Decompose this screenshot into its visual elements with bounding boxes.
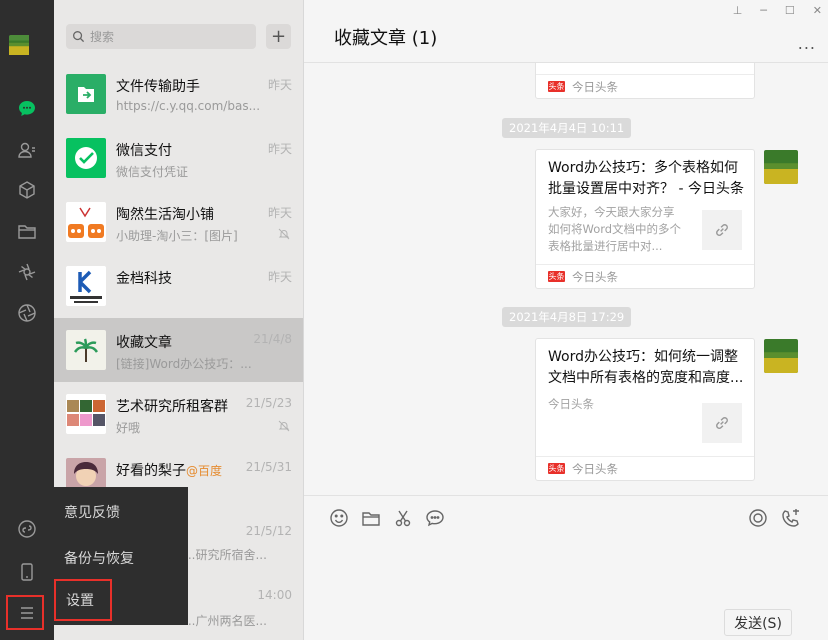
conversation-pane: ⊥ ─ ☐ ✕ 收藏文章 (1) ... 头条 今日头条 2021年4月4日 1…: [304, 0, 828, 640]
chat-preview: ...广州两名医...: [184, 614, 267, 628]
toutiao-badge-icon: 头条: [548, 81, 565, 92]
moments-icon[interactable]: [0, 257, 54, 287]
mute-bell-icon: [278, 228, 290, 240]
card-footer: 头条 今日头条: [536, 456, 754, 480]
search-input[interactable]: [90, 29, 240, 44]
chat-time: 21/4/8: [253, 332, 292, 346]
article-description: 大家好，今天跟大家分享如何将Word文档中的多个表格批量进行居中对...: [548, 205, 682, 253]
pin-button[interactable]: ⊥: [733, 4, 743, 17]
window-controls: ⊥ ─ ☐ ✕: [733, 4, 822, 17]
chat-item-saved-articles[interactable]: 收藏文章 [链接]Word办公技巧：... 21/4/8: [54, 318, 303, 382]
folder-icon[interactable]: [0, 216, 54, 246]
emoji-icon[interactable]: [328, 507, 350, 529]
chat-time: 昨天: [267, 142, 292, 156]
chat-time: 21/5/12: [245, 524, 292, 538]
mini-program-link-icon[interactable]: [0, 514, 54, 544]
chat-history-icon[interactable]: [424, 507, 446, 529]
chat-name: 微信支付: [116, 143, 172, 159]
toutiao-badge-icon: 头条: [548, 271, 565, 282]
add-chat-button[interactable]: +: [266, 24, 291, 49]
message-input[interactable]: [324, 540, 804, 600]
card-footer: 头条 今日头条: [536, 74, 754, 98]
article-title: Word办公技巧：如何统一调整文档中所有表格的宽度和高度...: [548, 349, 744, 386]
chat-time: 14:00: [257, 588, 292, 602]
file-transfer-avatar: [66, 74, 106, 114]
link-icon: [702, 403, 742, 443]
message-area[interactable]: 头条 今日头条 2021年4月4日 10:11 Word办公技巧：多个表格如何批…: [304, 63, 828, 495]
chat-preview: https://c.y.qq.com/bas...: [116, 99, 261, 113]
message-timestamp: 2021年4月8日 17:29: [502, 307, 632, 327]
maximize-button[interactable]: ☐: [785, 4, 795, 17]
menu-item-feedback[interactable]: 意见反馈: [54, 489, 188, 535]
menu-item-settings[interactable]: 设置: [54, 579, 112, 621]
toutiao-badge-icon: 头条: [548, 463, 565, 474]
chat-preview: ...研究所宿舍...: [184, 548, 267, 562]
chat-preview: 小助理-淘小三：[图片]: [116, 229, 238, 243]
chat-time: 昨天: [267, 78, 292, 92]
chat-preview: 好哦: [116, 421, 141, 435]
link-icon: [702, 210, 742, 250]
saved-articles-avatar: [66, 330, 106, 370]
chat-nav-icon[interactable]: [0, 94, 54, 124]
toolbar-divider: [304, 495, 828, 496]
article-card[interactable]: Word办公技巧：多个表格如何批量设置居中对齐？ - 今日头条 大家好，今天跟大…: [535, 149, 755, 289]
send-button[interactable]: 发送(S): [724, 609, 792, 636]
article-title: Word办公技巧：多个表格如何批量设置居中对齐？ - 今日头条: [548, 160, 744, 197]
group-avatar: [66, 394, 106, 434]
conversation-title: 收藏文章 (1): [334, 28, 438, 49]
file-folder-icon[interactable]: [360, 507, 382, 529]
chat-preview: 微信支付凭证: [116, 165, 189, 179]
phone-icon[interactable]: [0, 557, 54, 587]
chat-item-taoran-shop[interactable]: 陶然生活淘小铺 小助理-淘小三：[图片] 昨天: [54, 190, 303, 254]
menu-button-highlight: [6, 595, 44, 630]
live-icon[interactable]: [747, 507, 769, 529]
kingdocs-avatar: [66, 266, 106, 306]
screenshot-scissors-icon[interactable]: [392, 507, 414, 529]
chat-time: 昨天: [267, 206, 292, 220]
chat-name: 好看的梨子@百度: [116, 463, 223, 479]
voice-call-icon[interactable]: [780, 507, 802, 529]
message-timestamp: 2021年4月4日 10:11: [502, 118, 632, 138]
chat-name: 艺术研究所租客群: [116, 399, 228, 415]
search-icon: [73, 31, 85, 43]
sidebar-rail: [0, 0, 54, 640]
sender-avatar[interactable]: [764, 150, 798, 184]
article-card[interactable]: Word办公技巧：如何统一调整文档中所有表格的宽度和高度... 今日头条 头条 …: [535, 338, 755, 481]
mini-program-cube-icon[interactable]: [0, 175, 54, 205]
article-card-partial[interactable]: 头条 今日头条: [535, 63, 755, 99]
menu-item-backup-restore[interactable]: 备份与恢复: [54, 535, 188, 581]
chat-time: 21/5/23: [245, 396, 292, 410]
chat-time: 昨天: [267, 270, 292, 284]
user-avatar[interactable]: [9, 35, 45, 71]
chat-name: 金档科技: [116, 271, 172, 287]
aperture-icon[interactable]: [0, 298, 54, 328]
minimize-button[interactable]: ─: [760, 4, 767, 17]
shop-avatar: [66, 202, 106, 242]
chat-item-art-tenants-group[interactable]: 艺术研究所租客群 好哦 21/5/23: [54, 382, 303, 446]
mention-tag: @百度: [186, 464, 223, 478]
chat-name: 收藏文章: [116, 335, 172, 351]
chat-time: 21/5/31: [245, 460, 292, 474]
chat-preview: [链接]Word办公技巧：...: [116, 357, 252, 371]
close-button[interactable]: ✕: [813, 4, 822, 17]
chat-name: 陶然生活淘小铺: [116, 207, 214, 223]
card-footer: 头条 今日头条: [536, 264, 754, 288]
contacts-icon[interactable]: [0, 135, 54, 165]
chat-item-wechat-pay[interactable]: 微信支付 微信支付凭证 昨天: [54, 126, 303, 190]
article-description: 今日头条: [548, 397, 594, 411]
more-options-button[interactable]: ...: [798, 34, 816, 53]
mute-bell-icon: [278, 420, 290, 432]
wechat-pay-avatar: [66, 138, 106, 178]
chat-name: 文件传输助手: [116, 79, 200, 95]
settings-popup-menu: 意见反馈 备份与恢复 设置: [54, 487, 188, 625]
search-box[interactable]: [66, 24, 256, 49]
chat-item-kingdocs[interactable]: 金档科技 昨天: [54, 254, 303, 318]
sender-avatar[interactable]: [764, 339, 798, 373]
chat-item-file-transfer[interactable]: 文件传输助手 https://c.y.qq.com/bas... 昨天: [54, 62, 303, 126]
